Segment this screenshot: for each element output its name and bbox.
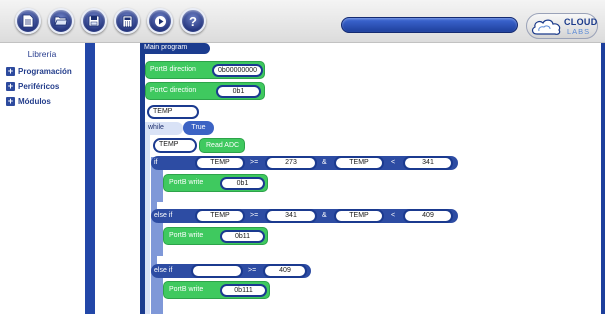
if-op2: < (391, 159, 396, 166)
sidebar-title: Librería (27, 49, 57, 59)
expand-icon: + (6, 66, 15, 76)
portb-direction-block[interactable]: PortB direction 0b00000000 (145, 61, 265, 79)
logo-text-labs: LABS (567, 27, 591, 36)
else-if-2-left-var[interactable] (191, 264, 243, 278)
portc-direction-label: PortC direction (150, 87, 197, 94)
if-right-var[interactable]: TEMP (334, 156, 384, 170)
while-condition-true[interactable]: True (183, 121, 214, 135)
document-icon (22, 14, 34, 28)
if-value2[interactable]: 341 (403, 156, 453, 170)
if-label: if (154, 159, 158, 166)
open-folder-button[interactable] (48, 8, 74, 34)
play-icon (154, 15, 166, 27)
if-op1: >= (250, 159, 259, 166)
else-if-2-value1[interactable]: 409 (263, 264, 307, 278)
folder-icon (54, 16, 68, 26)
portb-direction-label: PortB direction (150, 66, 196, 73)
if-connector: & (322, 159, 327, 166)
program-workspace: Main program PortB direction 0b00000000 … (95, 43, 605, 314)
expand-icon: + (6, 96, 15, 106)
sidebar-item-programacion[interactable]: + Programación (6, 66, 86, 77)
sidebar-item-modulos[interactable]: + Módulos (6, 96, 86, 107)
read-adc-variable[interactable]: TEMP (153, 138, 197, 153)
calculator-icon (122, 15, 132, 27)
main-program-header[interactable]: Main program (140, 43, 210, 54)
sidebar-item-label: Programación (18, 67, 72, 76)
sidebar-item-label: Periféricos (18, 82, 60, 91)
if-portb-write-label: PortB write (169, 179, 204, 186)
else-if-2-label: else if (154, 267, 173, 274)
portb-direction-value[interactable]: 0b00000000 (212, 64, 263, 77)
calculator-button[interactable] (114, 8, 140, 34)
else-if-1-op2: < (391, 212, 396, 219)
if-left-var[interactable]: TEMP (195, 156, 245, 170)
cloud-icon (531, 19, 561, 35)
else-if-2-body-spine (157, 278, 163, 314)
portc-direction-block[interactable]: PortC direction 0b1 (145, 82, 265, 100)
while-label: while (148, 124, 164, 131)
workspace-scrollbar[interactable] (601, 43, 605, 314)
new-file-button[interactable] (15, 8, 41, 34)
if-condition-bar[interactable]: if TEMP >= 273 & TEMP < 341 (151, 156, 458, 170)
sidebar-scrollbar[interactable] (85, 43, 95, 314)
portc-direction-value[interactable]: 0b1 (216, 85, 261, 98)
sidebar-item-perifericos[interactable]: + Periféricos (6, 81, 86, 92)
else-if-2-op1: >= (248, 267, 257, 274)
progress-bar (341, 17, 518, 33)
else-if-2-portb-write-label: PortB write (169, 286, 204, 293)
else-if-1-label: else if (154, 212, 173, 219)
else-if-1-portb-write-value[interactable]: 0b11 (220, 230, 265, 243)
else-if-1-portb-write-block[interactable]: PortB write 0b11 (163, 227, 268, 245)
run-button[interactable] (147, 8, 173, 34)
else-if-1-value2[interactable]: 409 (403, 209, 453, 223)
logo-text-cloud: CLOUD (564, 17, 598, 27)
else-if-1-connector: & (322, 212, 327, 219)
help-button[interactable]: ? (180, 8, 206, 34)
else-if-1-op1: >= (250, 212, 259, 219)
else-if-1-condition-bar[interactable]: else if TEMP >= 341 & TEMP < 409 (151, 209, 458, 223)
if-portb-write-value[interactable]: 0b1 (220, 177, 265, 190)
else-if-2-condition-bar[interactable]: else if >= 409 (151, 264, 311, 278)
if-value1[interactable]: 273 (265, 156, 317, 170)
cloud-labs-logo: CLOUD LABS (526, 13, 598, 39)
read-adc-block[interactable]: Read ADC (199, 138, 245, 153)
else-if-1-left-var[interactable]: TEMP (195, 209, 245, 223)
else-if-1-value1[interactable]: 341 (265, 209, 317, 223)
floppy-icon (88, 15, 100, 27)
variable-temp[interactable]: TEMP (147, 105, 199, 119)
main-program-label: Main program (144, 44, 188, 51)
read-adc-label: Read ADC (206, 142, 240, 149)
toolbar: ? CLOUD LABS (0, 0, 605, 43)
help-icon: ? (189, 13, 197, 29)
else-if-2-portb-write-value[interactable]: 0b111 (220, 284, 267, 297)
else-if-2-portb-write-block[interactable]: PortB write 0b111 (163, 281, 270, 299)
else-if-1-portb-write-label: PortB write (169, 232, 204, 239)
if-portb-write-block[interactable]: PortB write 0b1 (163, 174, 268, 192)
sidebar-item-label: Módulos (18, 97, 51, 106)
while-spine (145, 135, 150, 314)
else-if-1-right-var[interactable]: TEMP (334, 209, 384, 223)
expand-icon: + (6, 81, 15, 91)
while-header[interactable]: while (145, 122, 183, 135)
library-sidebar: Librería + Programación + Periféricos + … (0, 43, 84, 314)
save-button[interactable] (81, 8, 107, 34)
